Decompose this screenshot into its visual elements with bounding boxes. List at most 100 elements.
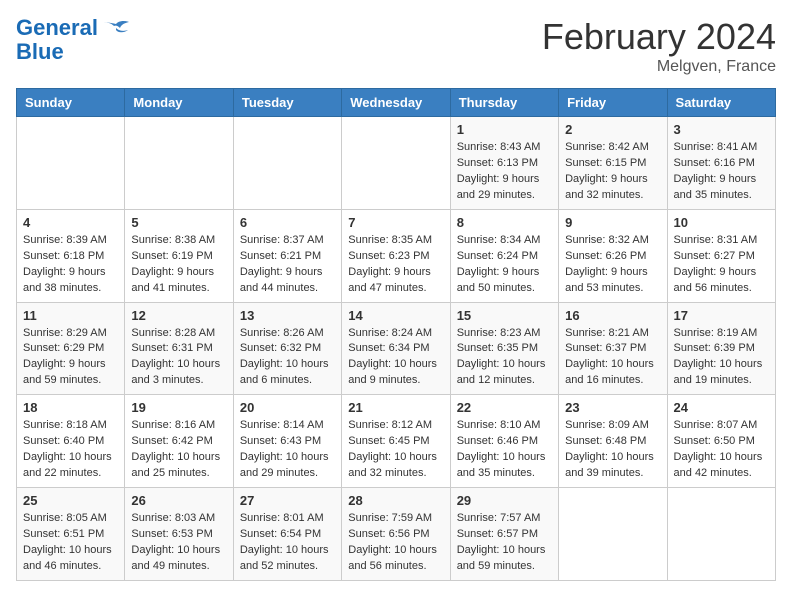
calendar-week-row: 18 Sunrise: 8:18 AM Sunset: 6:40 PM Dayli… [17,395,776,488]
day-info: Sunrise: 8:12 AM Sunset: 6:45 PM Dayligh… [348,418,443,482]
day-number: 10 [674,215,769,230]
table-row: 6 Sunrise: 8:37 AM Sunset: 6:21 PM Daylig… [233,209,341,302]
table-row: 7 Sunrise: 8:35 AM Sunset: 6:23 PM Daylig… [342,209,450,302]
day-info: Sunrise: 8:41 AM Sunset: 6:16 PM Dayligh… [674,140,769,204]
table-row: 25Sunrise: 8:05 AM Sunset: 6:51 PM Dayli… [17,488,125,581]
day-info: Sunrise: 8:18 AM Sunset: 6:40 PM Dayligh… [23,418,118,482]
day-info: Sunrise: 8:03 AM Sunset: 6:53 PM Dayligh… [131,511,226,575]
table-row: 21 Sunrise: 8:12 AM Sunset: 6:45 PM Dayli… [342,395,450,488]
day-number: 18 [23,400,118,415]
day-info: Sunrise: 8:35 AM Sunset: 6:23 PM Dayligh… [348,233,443,297]
table-row: 16 Sunrise: 8:21 AM Sunset: 6:37 PM Dayli… [559,302,667,395]
table-row: 10 Sunrise: 8:31 AM Sunset: 6:27 PM Dayli… [667,209,775,302]
day-number: 19 [131,400,226,415]
day-info: Sunrise: 8:32 AM Sunset: 6:26 PM Dayligh… [565,233,660,297]
day-number: 25 [23,493,118,508]
table-row: 8 Sunrise: 8:34 AM Sunset: 6:24 PM Daylig… [450,209,558,302]
day-number: 6 [240,215,335,230]
day-info: Sunrise: 8:19 AM Sunset: 6:39 PM Dayligh… [674,326,769,390]
day-number: 24 [674,400,769,415]
day-info: Sunrise: 8:29 AM Sunset: 6:29 PM Dayligh… [23,326,118,390]
logo-text: GeneralBlue [16,16,98,64]
table-row: 20 Sunrise: 8:14 AM Sunset: 6:43 PM Dayli… [233,395,341,488]
day-number: 27 [240,493,335,508]
day-info: Sunrise: 8:01 AM Sunset: 6:54 PM Dayligh… [240,511,335,575]
day-info: Sunrise: 8:31 AM Sunset: 6:27 PM Dayligh… [674,233,769,297]
calendar-week-row: 4 Sunrise: 8:39 AM Sunset: 6:18 PM Daylig… [17,209,776,302]
table-row: 27 Sunrise: 8:01 AM Sunset: 6:54 PM Dayli… [233,488,341,581]
title-area: February 2024 Melgven, France [542,16,776,76]
calendar-header-row: Sunday Monday Tuesday Wednesday Thursday… [17,89,776,117]
table-row: 18 Sunrise: 8:18 AM Sunset: 6:40 PM Dayli… [17,395,125,488]
day-number: 11 [23,308,118,323]
table-row [17,117,125,210]
col-saturday: Saturday [667,89,775,117]
table-row [125,117,233,210]
day-number: 3 [674,122,769,137]
col-sunday: Sunday [17,89,125,117]
calendar-subtitle: Melgven, France [542,58,776,76]
day-info: Sunrise: 8:14 AM Sunset: 6:43 PM Dayligh… [240,418,335,482]
day-info: Sunrise: 8:21 AM Sunset: 6:37 PM Dayligh… [565,326,660,390]
table-row: 23 Sunrise: 8:09 AM Sunset: 6:48 PM Dayli… [559,395,667,488]
day-number: 2 [565,122,660,137]
col-tuesday: Tuesday [233,89,341,117]
day-number: 1 [457,122,552,137]
calendar-table: Sunday Monday Tuesday Wednesday Thursday… [16,88,776,581]
day-info: Sunrise: 8:26 AM Sunset: 6:32 PM Dayligh… [240,326,335,390]
header: GeneralBlue February 2024 Melgven, Franc… [16,16,776,76]
col-friday: Friday [559,89,667,117]
day-number: 20 [240,400,335,415]
day-info: Sunrise: 8:10 AM Sunset: 6:46 PM Dayligh… [457,418,552,482]
table-row [667,488,775,581]
day-number: 17 [674,308,769,323]
table-row: 26 Sunrise: 8:03 AM Sunset: 6:53 PM Dayli… [125,488,233,581]
calendar-title: February 2024 [542,16,776,58]
table-row: 24 Sunrise: 8:07 AM Sunset: 6:50 PM Dayli… [667,395,775,488]
day-number: 21 [348,400,443,415]
day-number: 12 [131,308,226,323]
table-row: 15 Sunrise: 8:23 AM Sunset: 6:35 PM Dayli… [450,302,558,395]
day-number: 13 [240,308,335,323]
day-info: Sunrise: 8:07 AM Sunset: 6:50 PM Dayligh… [674,418,769,482]
table-row [233,117,341,210]
day-number: 7 [348,215,443,230]
day-info: Sunrise: 7:57 AM Sunset: 6:57 PM Dayligh… [457,511,552,575]
day-number: 4 [23,215,118,230]
col-thursday: Thursday [450,89,558,117]
table-row: 17 Sunrise: 8:19 AM Sunset: 6:39 PM Dayli… [667,302,775,395]
table-row: 1 Sunrise: 8:43 AM Sunset: 6:13 PM Daylig… [450,117,558,210]
day-info: Sunrise: 8:09 AM Sunset: 6:48 PM Dayligh… [565,418,660,482]
day-number: 22 [457,400,552,415]
logo-bird-icon [102,20,130,42]
day-number: 29 [457,493,552,508]
day-info: Sunrise: 8:34 AM Sunset: 6:24 PM Dayligh… [457,233,552,297]
col-wednesday: Wednesday [342,89,450,117]
day-info: Sunrise: 7:59 AM Sunset: 6:56 PM Dayligh… [348,511,443,575]
table-row: 29 Sunrise: 7:57 AM Sunset: 6:57 PM Dayli… [450,488,558,581]
table-row: 12Sunrise: 8:28 AM Sunset: 6:31 PM Dayli… [125,302,233,395]
day-info: Sunrise: 8:38 AM Sunset: 6:19 PM Dayligh… [131,233,226,297]
day-info: Sunrise: 8:24 AM Sunset: 6:34 PM Dayligh… [348,326,443,390]
day-number: 26 [131,493,226,508]
day-number: 8 [457,215,552,230]
calendar-week-row: 1 Sunrise: 8:43 AM Sunset: 6:13 PM Daylig… [17,117,776,210]
day-info: Sunrise: 8:43 AM Sunset: 6:13 PM Dayligh… [457,140,552,204]
calendar-week-row: 25Sunrise: 8:05 AM Sunset: 6:51 PM Dayli… [17,488,776,581]
day-number: 23 [565,400,660,415]
table-row: 13 Sunrise: 8:26 AM Sunset: 6:32 PM Dayli… [233,302,341,395]
table-row: 2Sunrise: 8:42 AM Sunset: 6:15 PM Daylig… [559,117,667,210]
day-number: 9 [565,215,660,230]
day-info: Sunrise: 8:37 AM Sunset: 6:21 PM Dayligh… [240,233,335,297]
table-row: 5Sunrise: 8:38 AM Sunset: 6:19 PM Daylig… [125,209,233,302]
table-row: 14Sunrise: 8:24 AM Sunset: 6:34 PM Dayli… [342,302,450,395]
day-info: Sunrise: 8:39 AM Sunset: 6:18 PM Dayligh… [23,233,118,297]
logo: GeneralBlue [16,16,130,64]
table-row: 19Sunrise: 8:16 AM Sunset: 6:42 PM Dayli… [125,395,233,488]
table-row: 22 Sunrise: 8:10 AM Sunset: 6:46 PM Dayli… [450,395,558,488]
day-info: Sunrise: 8:23 AM Sunset: 6:35 PM Dayligh… [457,326,552,390]
day-number: 15 [457,308,552,323]
day-number: 16 [565,308,660,323]
col-monday: Monday [125,89,233,117]
table-row: 9 Sunrise: 8:32 AM Sunset: 6:26 PM Daylig… [559,209,667,302]
